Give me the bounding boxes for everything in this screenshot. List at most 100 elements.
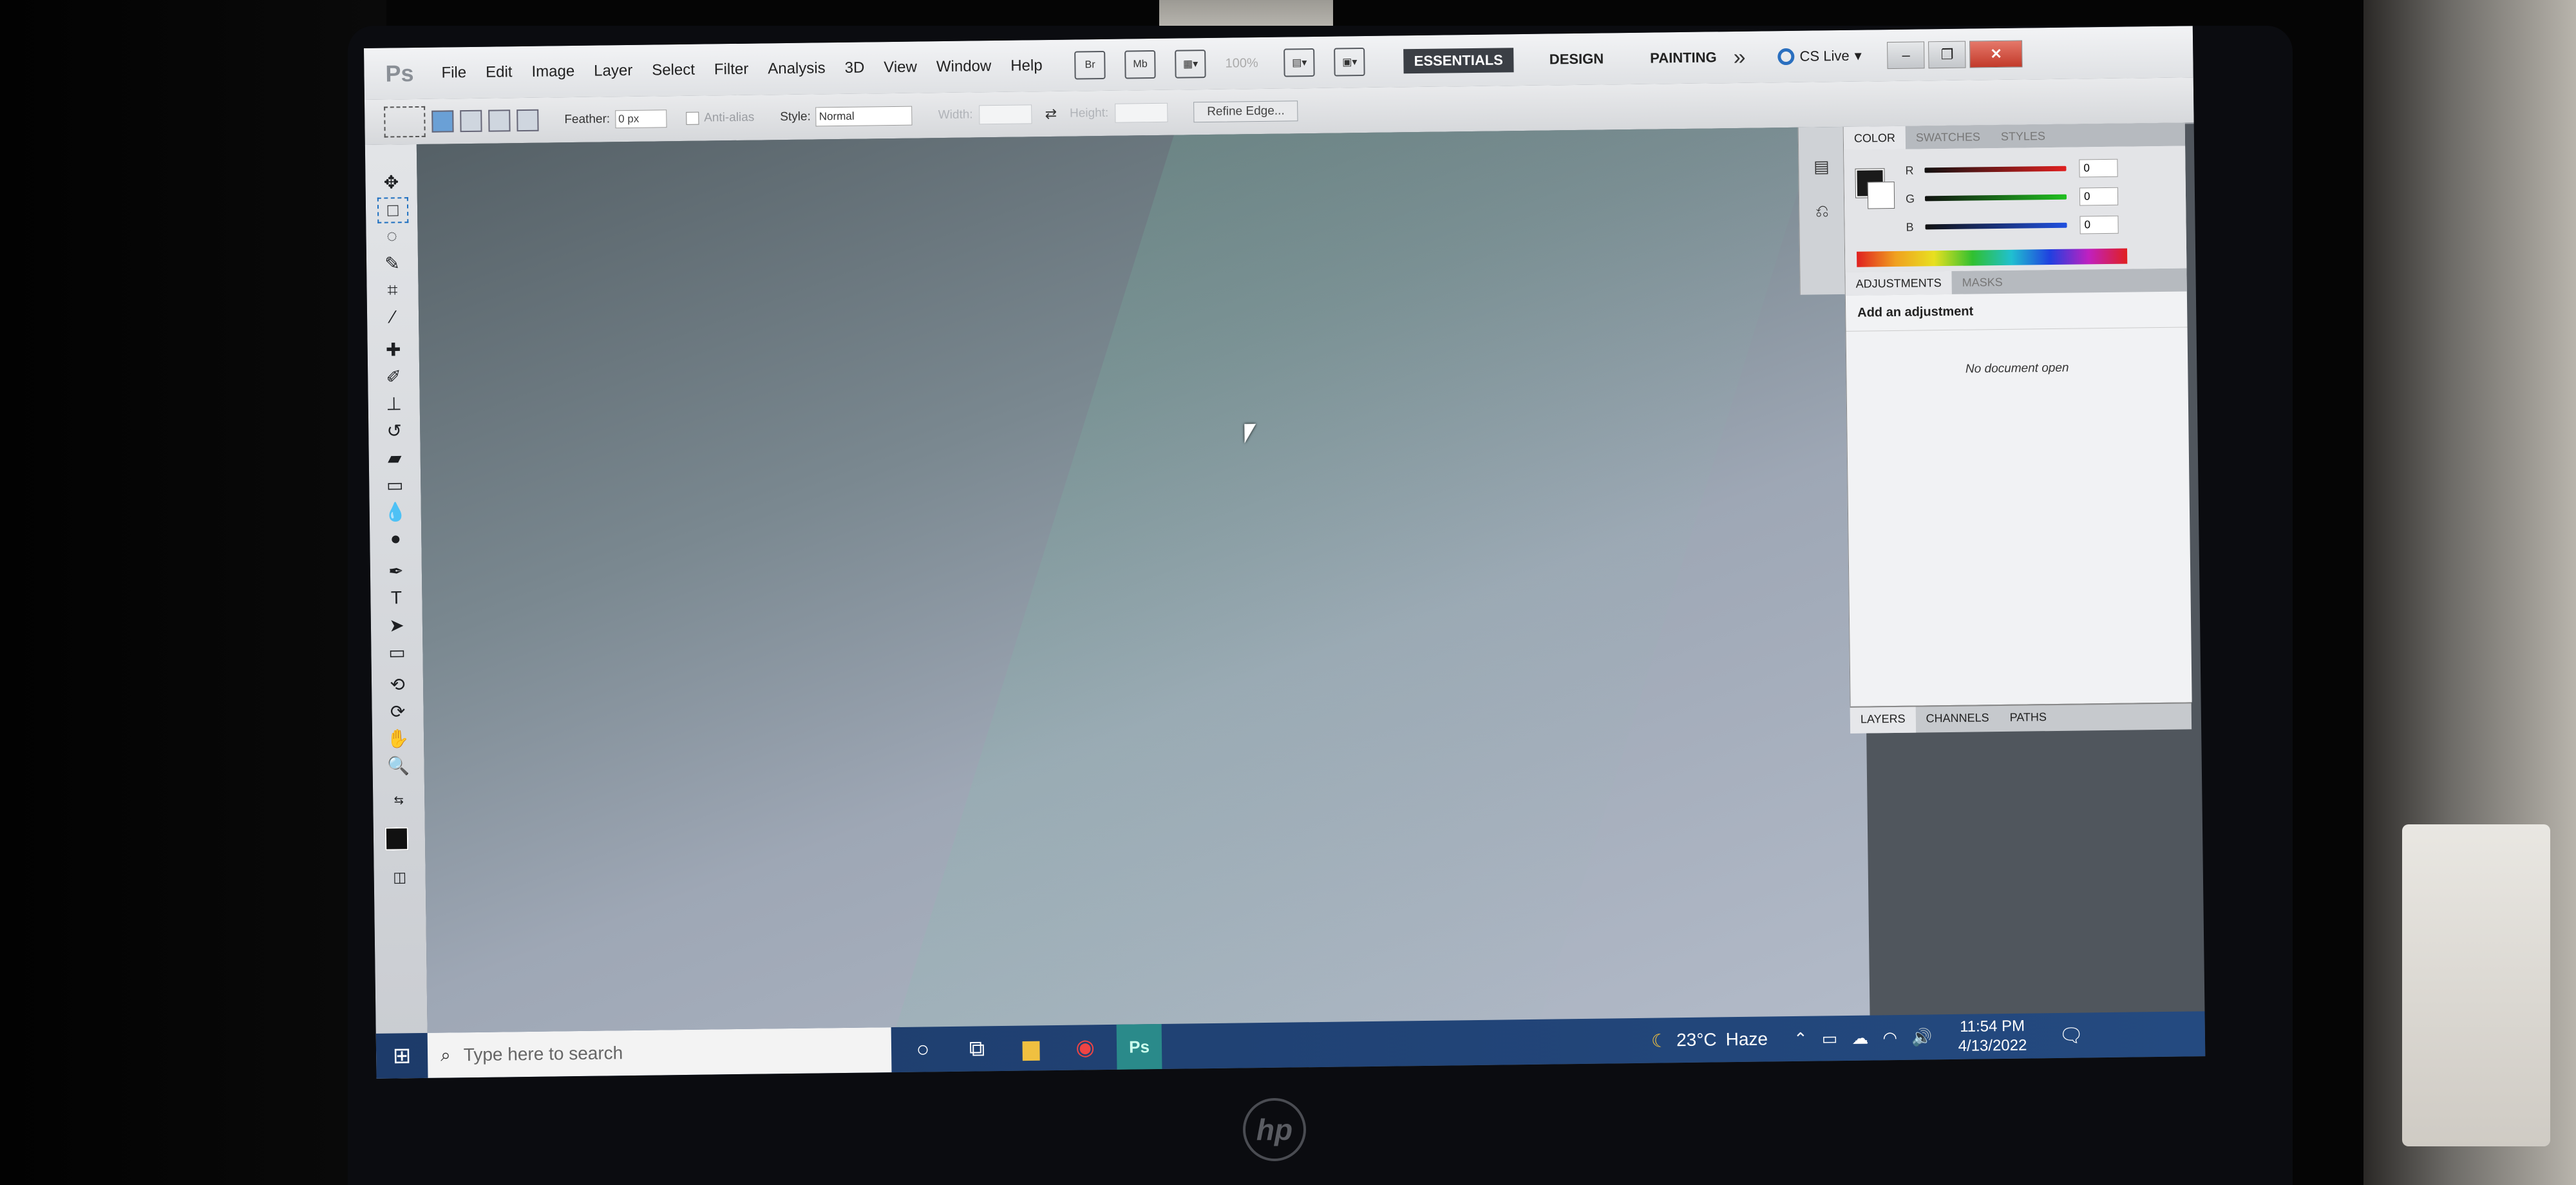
gradient-tool-icon[interactable]: ▭ xyxy=(381,473,409,497)
default-colors-icon[interactable]: ⇆ xyxy=(384,788,413,812)
workspace-design[interactable]: DESIGN xyxy=(1539,46,1615,71)
photoshop-taskbar-icon[interactable]: Ps xyxy=(1116,1023,1162,1070)
foreground-color-swatch[interactable] xyxy=(384,827,409,851)
tab-channels[interactable]: CHANNELS xyxy=(1915,706,2000,733)
view-extras-icon[interactable]: ▦▾ xyxy=(1175,50,1206,79)
menu-filter[interactable]: Filter xyxy=(714,61,749,79)
tool-preset-picker[interactable] xyxy=(384,106,426,138)
tab-styles[interactable]: STYLES xyxy=(1991,124,2056,148)
refine-edge-button[interactable]: Refine Edge... xyxy=(1193,100,1298,123)
tab-swatches[interactable]: SWATCHES xyxy=(1906,125,1991,149)
menu-help[interactable]: Help xyxy=(1010,57,1043,75)
blur-tool-icon[interactable]: 💧 xyxy=(381,500,410,524)
quick-mask-icon[interactable]: ◫ xyxy=(386,866,414,889)
3d-orbit-tool-icon[interactable]: ⟳ xyxy=(383,699,412,723)
tab-adjustments[interactable]: ADJUSTMENTS xyxy=(1845,270,1952,296)
windows-start-icon[interactable]: ⊞ xyxy=(383,1036,422,1076)
wifi-icon[interactable]: ◠ xyxy=(1882,1028,1897,1048)
swap-icon[interactable]: ⇄ xyxy=(1045,106,1057,122)
dodge-tool-icon[interactable]: ● xyxy=(381,527,410,551)
menu-layer[interactable]: Layer xyxy=(594,62,632,81)
slider-g-track[interactable] xyxy=(1924,194,2067,202)
quick-selection-tool-icon[interactable]: ✎ xyxy=(378,251,406,275)
battery-icon[interactable]: ▭ xyxy=(1822,1029,1838,1048)
feather-input[interactable]: 0 px xyxy=(614,109,667,129)
maximize-button[interactable]: ❐ xyxy=(1928,41,1966,69)
clock[interactable]: 11:54 PM 4/13/2022 xyxy=(1958,1017,2027,1056)
move-tool-icon[interactable]: ✥ xyxy=(377,170,405,194)
canvas-area[interactable] xyxy=(416,126,1870,1079)
cs-live-menu[interactable]: CS Live ▾ xyxy=(1777,47,1862,66)
menu-select[interactable]: Select xyxy=(652,61,695,80)
cortana-icon[interactable]: ○ xyxy=(900,1027,946,1072)
menu-window[interactable]: Window xyxy=(936,57,992,76)
task-view-icon[interactable]: ⧉ xyxy=(954,1026,1000,1072)
tab-color[interactable]: COLOR xyxy=(1843,126,1906,150)
lasso-tool-icon[interactable]: ◌ xyxy=(377,224,406,248)
marquee-tool-icon[interactable]: □ xyxy=(377,197,409,223)
menu-view[interactable]: View xyxy=(884,59,917,77)
histogram-icon[interactable]: ▤ xyxy=(1808,153,1835,180)
menu-image[interactable]: Image xyxy=(531,62,574,81)
healing-brush-tool-icon[interactable]: ✚ xyxy=(379,337,407,361)
zoom-tool-icon[interactable]: 🔍 xyxy=(384,754,412,777)
hand-tool-icon[interactable]: ✋ xyxy=(384,726,412,750)
menu-file[interactable]: File xyxy=(441,64,466,82)
slider-r-value[interactable]: 0 xyxy=(2079,158,2118,178)
history-icon[interactable]: ⎌ xyxy=(1808,198,1836,225)
slider-g-value[interactable]: 0 xyxy=(2079,187,2119,206)
crop-tool-icon[interactable]: ⌗ xyxy=(378,278,406,302)
chevron-down-icon: ▾ xyxy=(1854,47,1862,64)
menu-analysis[interactable]: Analysis xyxy=(768,59,826,78)
eyedropper-tool-icon[interactable]: ⁄ xyxy=(379,305,407,329)
mini-bridge-icon[interactable]: Mb xyxy=(1124,50,1156,79)
anti-alias-checkbox[interactable] xyxy=(686,111,699,125)
slider-b-value[interactable]: 0 xyxy=(2079,215,2119,234)
pen-tool-icon[interactable]: ✒ xyxy=(382,559,410,583)
notification-icon[interactable]: 🗨 xyxy=(2059,1024,2084,1047)
new-selection-icon[interactable] xyxy=(431,110,454,133)
menu-edit[interactable]: Edit xyxy=(486,63,513,82)
brush-tool-icon[interactable]: ✐ xyxy=(379,365,408,388)
workspace-essentials[interactable]: ESSENTIALS xyxy=(1403,48,1514,74)
height-input[interactable] xyxy=(1115,102,1168,123)
subtract-from-selection-icon[interactable] xyxy=(488,109,511,132)
bridge-icon[interactable]: Br xyxy=(1074,50,1106,80)
clone-stamp-tool-icon[interactable]: ⊥ xyxy=(380,392,408,415)
slider-b[interactable]: B 0 xyxy=(1906,215,2119,237)
style-select[interactable]: Normal xyxy=(815,106,913,127)
minimize-button[interactable]: – xyxy=(1887,41,1925,70)
onedrive-cloud-icon[interactable]: ☁ xyxy=(1852,1028,1868,1048)
tab-masks[interactable]: MASKS xyxy=(1951,270,2012,294)
3d-rotate-tool-icon[interactable]: ⟲ xyxy=(383,672,412,696)
file-explorer-icon[interactable]: ▆ xyxy=(1009,1025,1054,1071)
more-workspaces-icon[interactable]: » xyxy=(1733,44,1745,70)
arrange-documents-icon[interactable]: ▤▾ xyxy=(1283,48,1316,77)
type-tool-icon[interactable]: T xyxy=(382,586,410,610)
weather-widget[interactable]: ☾ 23°C Haze xyxy=(1651,1029,1768,1051)
tab-layers[interactable]: LAYERS xyxy=(1850,706,1916,734)
shape-tool-icon[interactable]: ▭ xyxy=(383,640,411,664)
slider-r[interactable]: R 0 xyxy=(1905,158,2118,180)
chevron-up-icon[interactable]: ⌃ xyxy=(1794,1029,1808,1048)
screen-mode-icon[interactable]: ▣▾ xyxy=(1334,48,1366,77)
workspace-painting[interactable]: PAINTING xyxy=(1640,45,1727,71)
menu-3d[interactable]: 3D xyxy=(844,59,864,77)
path-selection-tool-icon[interactable]: ➤ xyxy=(383,613,411,637)
taskbar-search[interactable]: ⌕ Type here to search xyxy=(427,1027,892,1078)
intersect-selection-icon[interactable] xyxy=(516,109,539,132)
history-brush-tool-icon[interactable]: ↺ xyxy=(380,419,408,442)
eraser-tool-icon[interactable]: ▰ xyxy=(381,446,409,469)
add-to-selection-icon[interactable] xyxy=(460,109,482,133)
zoom-level[interactable]: 100% xyxy=(1225,56,1258,71)
color-spectrum-bar[interactable] xyxy=(1857,248,2128,267)
background-swatch[interactable] xyxy=(1867,181,1895,209)
slider-g[interactable]: G 0 xyxy=(1906,187,2119,209)
tab-paths[interactable]: PATHS xyxy=(1999,705,2057,732)
chrome-icon[interactable]: ◉ xyxy=(1063,1025,1108,1070)
slider-b-track[interactable] xyxy=(1925,222,2067,230)
slider-r-track[interactable] xyxy=(1924,166,2067,173)
volume-icon[interactable]: 🔊 xyxy=(1911,1027,1933,1047)
width-input[interactable] xyxy=(979,104,1032,125)
close-button[interactable]: ✕ xyxy=(1969,40,2023,68)
